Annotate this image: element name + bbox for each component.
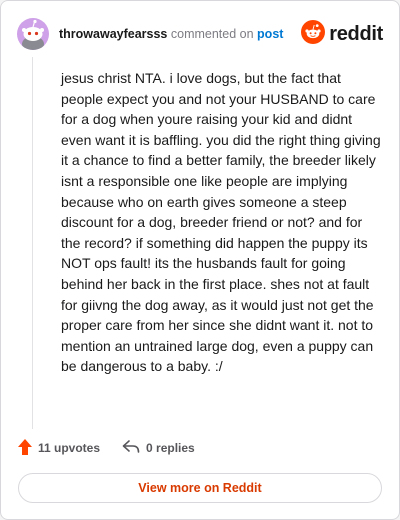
thread-line (32, 57, 33, 429)
snoo-avatar-icon[interactable] (17, 18, 49, 50)
comment-byline: throwawayfearsss commented on post (59, 27, 283, 41)
comment-actions: 11 upvotes 0 replies (18, 438, 195, 458)
replies-button[interactable]: 0 replies (122, 439, 195, 457)
upvote-button[interactable]: 11 upvotes (18, 438, 101, 458)
reply-count: 0 replies (146, 441, 195, 455)
reply-arrow-icon (122, 439, 140, 457)
embedded-comment-card: throwawayfearsss commented on post reddi… (0, 0, 400, 520)
post-link[interactable]: post (257, 27, 283, 41)
view-more-button[interactable]: View more on Reddit (18, 473, 382, 503)
reddit-wordmark: reddit (329, 22, 383, 45)
upvote-arrow-icon (18, 438, 32, 458)
upvote-count: 11 upvotes (38, 441, 101, 455)
username-link[interactable]: throwawayfearsss (59, 27, 167, 41)
reddit-brand[interactable]: reddit (301, 19, 383, 49)
comment-header: throwawayfearsss commented on post reddi… (17, 17, 383, 51)
reddit-logo-icon (301, 19, 326, 49)
action-text: commented on (170, 27, 254, 41)
comment-body: jesus christ NTA. i love dogs, but the f… (61, 70, 381, 375)
